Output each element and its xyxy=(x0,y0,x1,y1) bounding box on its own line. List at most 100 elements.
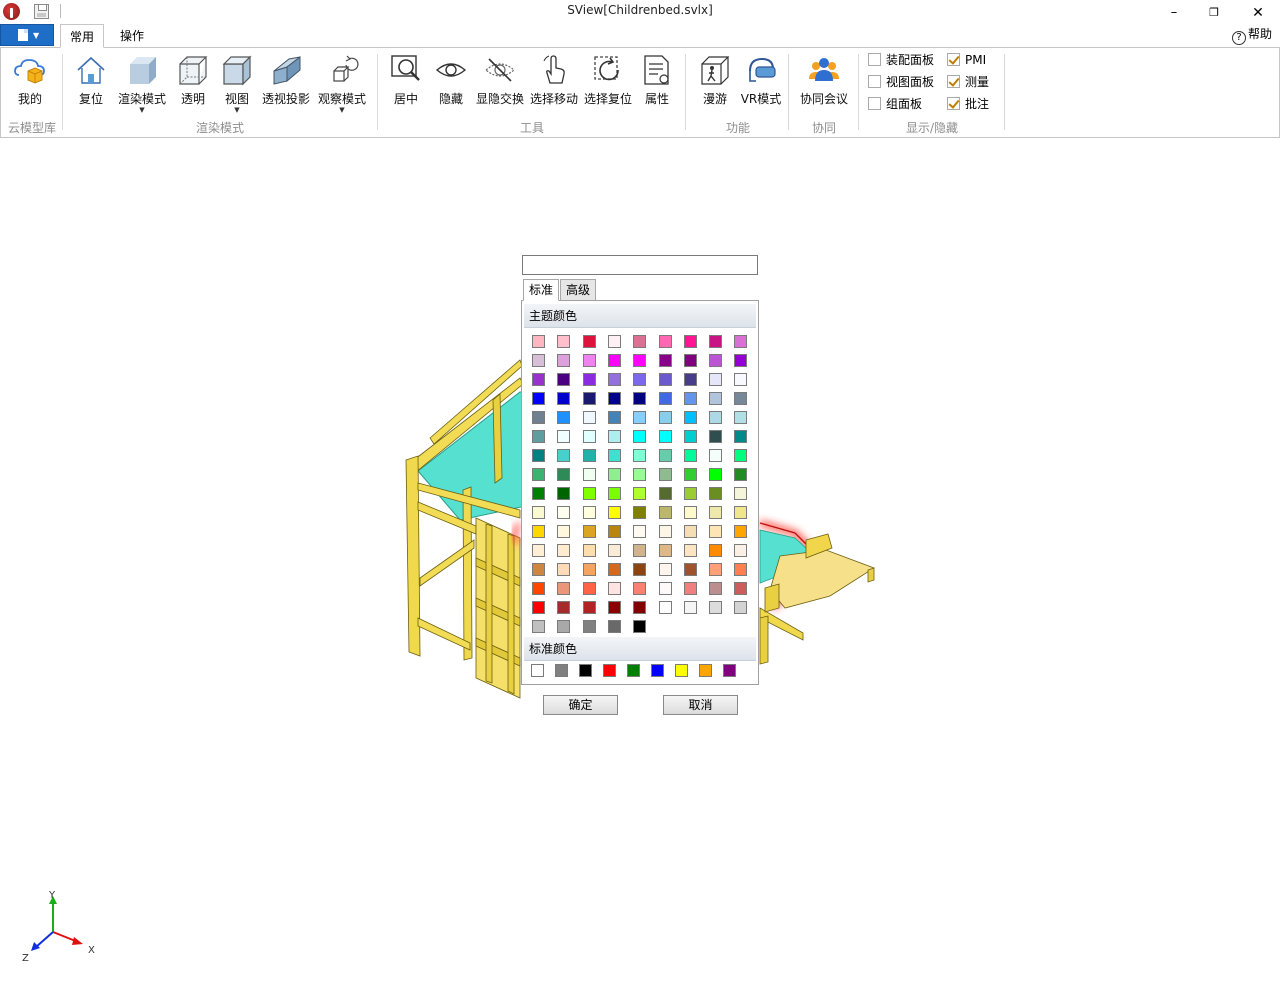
color-swatch[interactable] xyxy=(658,582,672,595)
center-button[interactable]: 居中 xyxy=(388,53,424,107)
color-swatch[interactable] xyxy=(709,354,723,367)
color-swatch[interactable] xyxy=(709,563,723,576)
color-swatch[interactable] xyxy=(709,411,723,424)
color-swatch[interactable] xyxy=(582,544,596,557)
minimize-button[interactable]: – xyxy=(1154,2,1194,24)
color-swatch[interactable] xyxy=(557,620,571,633)
color-swatch[interactable] xyxy=(734,449,748,462)
help-button[interactable]: ? 帮助 xyxy=(1232,24,1272,45)
color-swatch[interactable] xyxy=(582,582,596,595)
color-swatch[interactable] xyxy=(633,525,647,538)
checkbox-annotation[interactable]: 批注 xyxy=(947,95,989,113)
color-swatch[interactable] xyxy=(532,563,545,576)
color-swatch[interactable] xyxy=(709,487,723,500)
color-swatch[interactable] xyxy=(582,563,596,576)
post[interactable] xyxy=(462,486,473,661)
color-swatch[interactable] xyxy=(658,487,672,500)
color-swatch[interactable] xyxy=(683,354,697,367)
tab-common[interactable]: 常用 xyxy=(60,24,105,48)
color-swatch[interactable] xyxy=(633,392,647,405)
color-swatch[interactable] xyxy=(709,582,723,595)
color-swatch[interactable] xyxy=(557,582,571,595)
color-swatch[interactable] xyxy=(658,506,672,519)
color-swatch[interactable] xyxy=(658,430,672,443)
color-swatch[interactable] xyxy=(734,487,748,500)
color-swatch[interactable] xyxy=(532,392,545,405)
color-swatch[interactable] xyxy=(557,373,571,386)
color-swatch[interactable] xyxy=(734,525,748,538)
color-swatch[interactable] xyxy=(633,373,647,386)
checkbox-box[interactable] xyxy=(947,53,960,66)
color-swatch[interactable] xyxy=(532,544,545,557)
color-swatch[interactable] xyxy=(633,354,647,367)
transparent-button[interactable]: 透明 xyxy=(175,53,211,107)
color-swatch[interactable] xyxy=(633,449,647,462)
checkbox-pmi[interactable]: PMI xyxy=(947,51,986,69)
color-swatch[interactable] xyxy=(532,525,545,538)
standard-color-swatch[interactable] xyxy=(723,664,736,677)
standard-color-swatch[interactable] xyxy=(627,664,640,677)
color-swatch[interactable] xyxy=(734,506,748,519)
color-swatch[interactable] xyxy=(683,430,697,443)
checkbox-view-panel[interactable]: 视图面板 xyxy=(868,73,934,91)
rail[interactable] xyxy=(417,617,471,651)
mine-button[interactable]: 我的 xyxy=(11,53,49,107)
color-swatch[interactable] xyxy=(734,601,748,614)
color-swatch[interactable] xyxy=(734,563,748,576)
color-swatch[interactable] xyxy=(658,525,672,538)
color-swatch[interactable] xyxy=(607,430,621,443)
color-swatch[interactable] xyxy=(709,601,723,614)
color-swatch[interactable] xyxy=(683,335,697,348)
color-swatch[interactable] xyxy=(557,601,571,614)
color-swatch[interactable] xyxy=(633,430,647,443)
color-swatch[interactable] xyxy=(683,582,697,595)
color-swatch[interactable] xyxy=(607,468,621,481)
color-swatch[interactable] xyxy=(557,354,571,367)
color-swatch[interactable] xyxy=(557,449,571,462)
color-swatch[interactable] xyxy=(582,601,596,614)
color-swatch[interactable] xyxy=(532,449,545,462)
color-swatch[interactable] xyxy=(557,544,571,557)
color-swatch[interactable] xyxy=(633,335,647,348)
roam-button[interactable]: 漫游 xyxy=(697,53,733,107)
observe-mode-button[interactable]: 观察模式 ▼ xyxy=(315,53,369,114)
post[interactable] xyxy=(492,393,503,484)
color-swatch[interactable] xyxy=(709,430,723,443)
color-swatch[interactable] xyxy=(709,506,723,519)
color-swatch[interactable] xyxy=(683,525,697,538)
standard-color-swatch[interactable] xyxy=(579,664,592,677)
color-swatch[interactable] xyxy=(633,544,647,557)
color-swatch[interactable] xyxy=(532,373,545,386)
color-swatch[interactable] xyxy=(607,449,621,462)
color-swatch[interactable] xyxy=(582,525,596,538)
post[interactable] xyxy=(759,615,769,665)
color-swatch[interactable] xyxy=(633,620,647,633)
color-swatch[interactable] xyxy=(709,335,723,348)
standard-color-swatch[interactable] xyxy=(699,664,712,677)
checkbox-box[interactable] xyxy=(868,75,881,88)
meeting-button[interactable]: 协同会议 xyxy=(797,53,851,107)
color-swatch[interactable] xyxy=(734,392,748,405)
color-swatch[interactable] xyxy=(734,582,748,595)
color-swatch[interactable] xyxy=(607,335,621,348)
color-swatch[interactable] xyxy=(582,392,596,405)
color-swatch[interactable] xyxy=(633,506,647,519)
color-swatch[interactable] xyxy=(532,430,545,443)
color-swatch[interactable] xyxy=(582,449,596,462)
desk-top[interactable] xyxy=(769,549,875,609)
color-swatch[interactable] xyxy=(709,373,723,386)
close-button[interactable]: ✕ xyxy=(1238,2,1278,24)
color-swatch[interactable] xyxy=(607,563,621,576)
color-swatch[interactable] xyxy=(557,411,571,424)
color-swatch[interactable] xyxy=(683,373,697,386)
color-swatch[interactable] xyxy=(582,354,596,367)
color-swatch[interactable] xyxy=(557,506,571,519)
checkbox-box[interactable] xyxy=(868,97,881,110)
properties-button[interactable]: 属性 xyxy=(639,53,675,107)
color-swatch[interactable] xyxy=(557,563,571,576)
color-swatch[interactable] xyxy=(683,468,697,481)
color-swatch[interactable] xyxy=(709,544,723,557)
color-swatch[interactable] xyxy=(582,373,596,386)
color-swatch[interactable] xyxy=(607,354,621,367)
color-swatch[interactable] xyxy=(582,506,596,519)
